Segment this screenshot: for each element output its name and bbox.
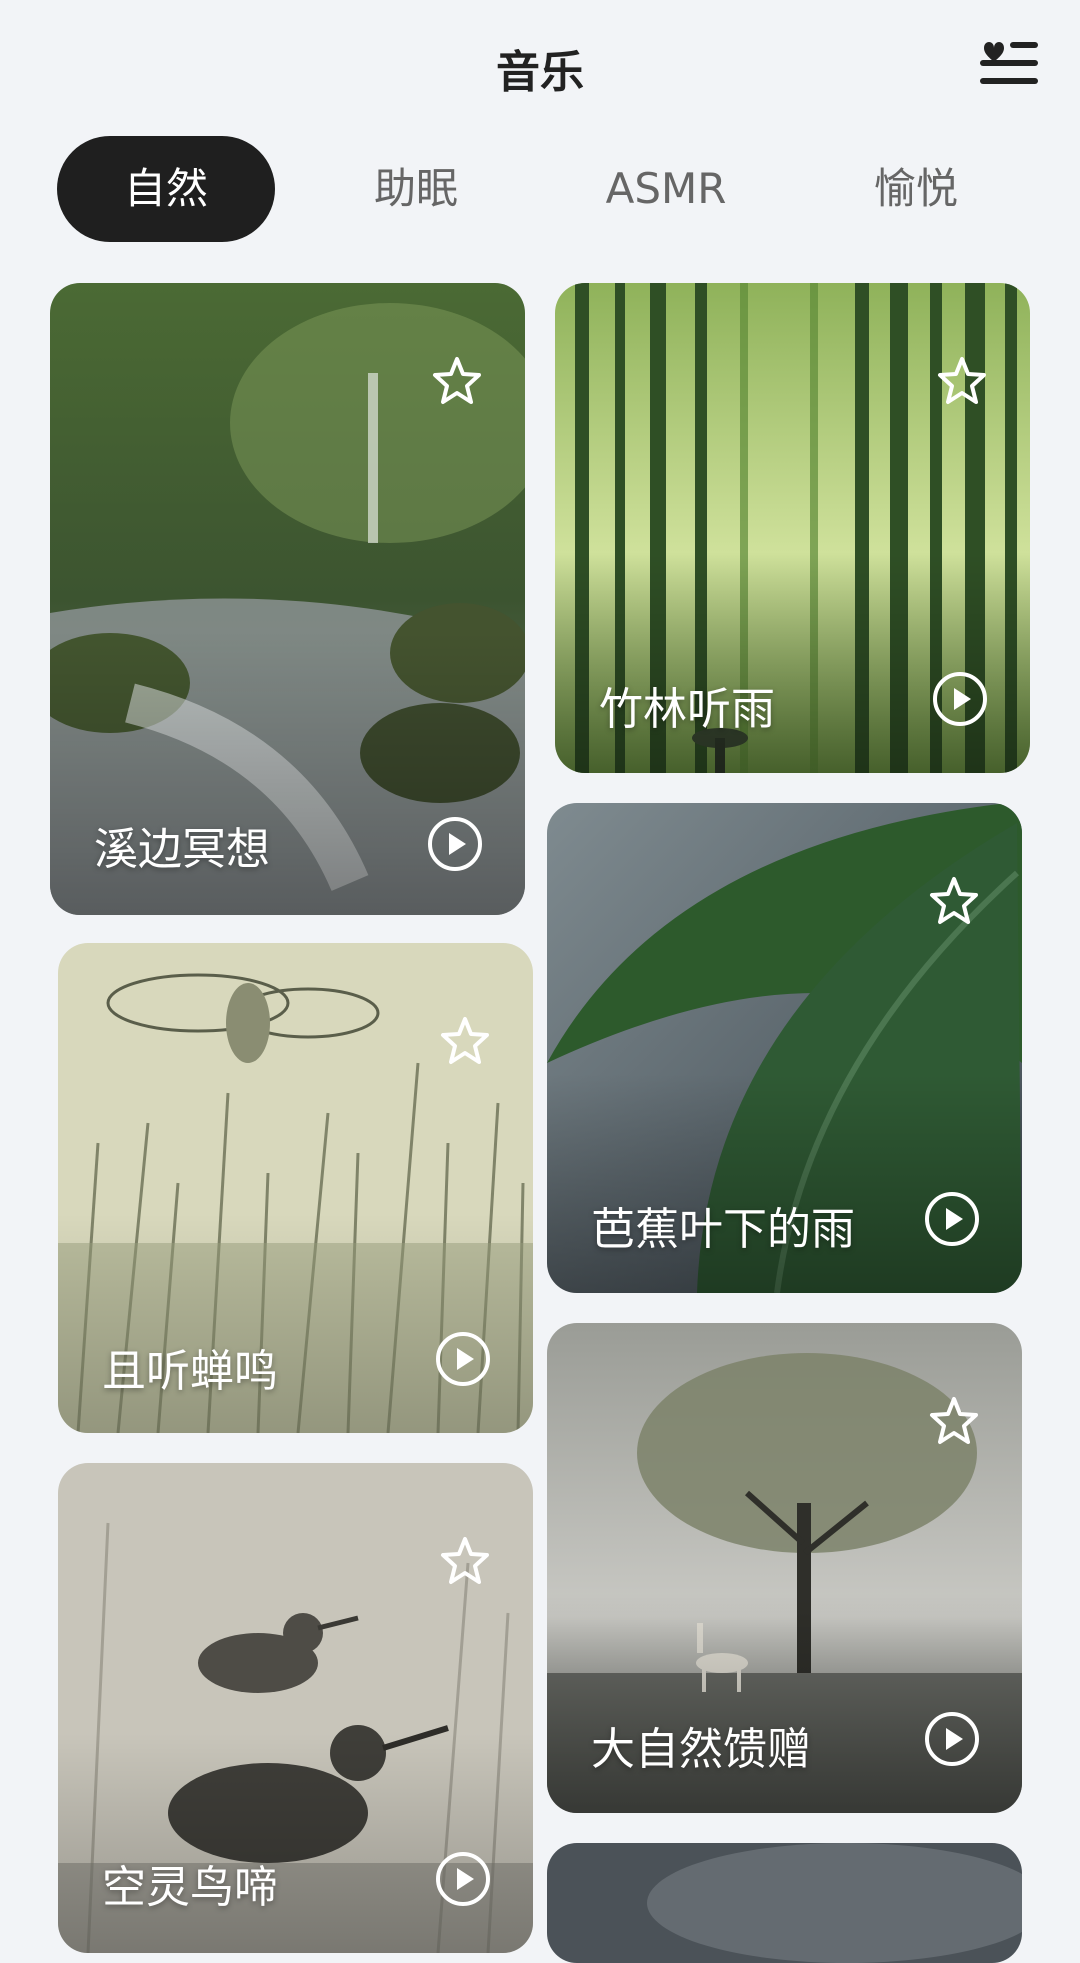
star-outline-icon: [441, 1017, 489, 1064]
page-title: 音乐: [496, 47, 584, 98]
star-outline-icon: [938, 357, 986, 404]
tab-nature[interactable]: 自然: [57, 136, 275, 242]
play-button[interactable]: [435, 1331, 491, 1387]
play-button[interactable]: [435, 1851, 491, 1907]
favorite-star-button[interactable]: [928, 875, 980, 927]
card-label: 竹林听雨: [599, 684, 775, 735]
sound-card-bamboo[interactable]: 竹林听雨: [555, 283, 1030, 773]
star-outline-icon: [930, 877, 978, 924]
next-card-image: [547, 1843, 1022, 1963]
sound-card-stream[interactable]: 溪边冥想: [50, 283, 525, 915]
favorite-star-button[interactable]: [431, 355, 483, 407]
category-tabs: 自然 助眠 ASMR 愉悦: [57, 136, 1057, 242]
favorites-list-button[interactable]: [980, 34, 1040, 92]
star-outline-icon: [441, 1537, 489, 1584]
play-circle-icon: [436, 1852, 490, 1906]
sound-card-birds[interactable]: 空灵鸟啼: [58, 1463, 533, 1953]
sound-card-banana-leaf[interactable]: 芭蕉叶下的雨: [547, 803, 1022, 1293]
favorite-star-button[interactable]: [928, 1395, 980, 1447]
play-circle-icon: [428, 817, 482, 871]
play-button[interactable]: [924, 1191, 980, 1247]
heart-list-icon: [980, 42, 1038, 84]
sound-card-next[interactable]: [547, 1843, 1022, 1963]
favorite-star-button[interactable]: [439, 1535, 491, 1587]
card-label: 且听蝉鸣: [102, 1346, 278, 1397]
tab-sleep[interactable]: 助眠: [307, 136, 525, 242]
card-label: 大自然馈赠: [591, 1724, 811, 1775]
favorite-star-button[interactable]: [936, 355, 988, 407]
play-circle-icon: [925, 1192, 979, 1246]
play-button[interactable]: [924, 1711, 980, 1767]
tab-asmr[interactable]: ASMR: [557, 136, 775, 242]
play-button[interactable]: [932, 671, 988, 727]
sound-card-cicada[interactable]: 且听蝉鸣: [58, 943, 533, 1433]
star-outline-icon: [433, 357, 481, 404]
card-label: 空灵鸟啼: [102, 1862, 278, 1913]
play-button[interactable]: [427, 816, 483, 872]
sound-card-gift-of-nature[interactable]: 大自然馈赠: [547, 1323, 1022, 1813]
favorite-star-button[interactable]: [439, 1015, 491, 1067]
play-circle-icon: [436, 1332, 490, 1386]
card-label: 溪边冥想: [94, 824, 270, 875]
play-circle-icon: [925, 1712, 979, 1766]
tab-joy[interactable]: 愉悦: [807, 136, 1025, 242]
play-circle-icon: [933, 672, 987, 726]
card-label: 芭蕉叶下的雨: [591, 1204, 855, 1255]
header: 音乐: [0, 0, 1080, 130]
star-outline-icon: [930, 1397, 978, 1444]
